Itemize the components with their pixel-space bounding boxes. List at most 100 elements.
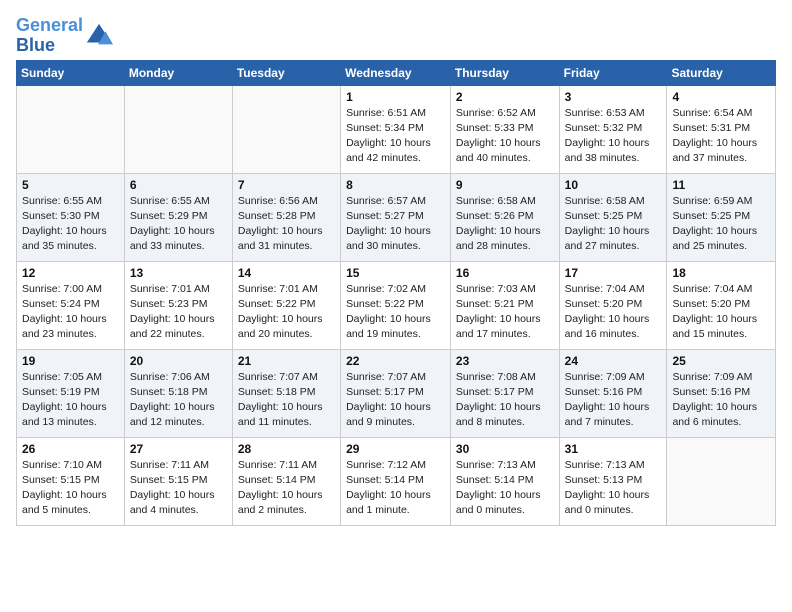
calendar-day-13: 13 Sunrise: 7:01 AM Sunset: 5:23 PM Dayli… [124,261,232,349]
calendar-day-24: 24 Sunrise: 7:09 AM Sunset: 5:16 PM Dayli… [559,349,667,437]
calendar-week-row: 19 Sunrise: 7:05 AM Sunset: 5:19 PM Dayli… [17,349,776,437]
calendar-day-20: 20 Sunrise: 7:06 AM Sunset: 5:18 PM Dayli… [124,349,232,437]
day-number: 1 [346,90,445,104]
day-info: Sunrise: 7:07 AM Sunset: 5:18 PM Dayligh… [238,370,335,431]
day-number: 22 [346,354,445,368]
calendar-table: SundayMondayTuesdayWednesdayThursdayFrid… [16,60,776,526]
day-info: Sunrise: 7:09 AM Sunset: 5:16 PM Dayligh… [565,370,662,431]
calendar-week-row: 5 Sunrise: 6:55 AM Sunset: 5:30 PM Daylig… [17,173,776,261]
page-header: GeneralBlue [16,16,776,56]
day-info: Sunrise: 7:00 AM Sunset: 5:24 PM Dayligh… [22,282,119,343]
calendar-day-17: 17Sunrise: 7:04 AM Sunset: 5:20 PM Dayli… [559,261,667,349]
day-info: Sunrise: 7:02 AM Sunset: 5:22 PM Dayligh… [346,282,445,343]
day-number: 26 [22,442,119,456]
calendar-day-23: 23 Sunrise: 7:08 AM Sunset: 5:17 PM Dayli… [450,349,559,437]
calendar-day-22: 22 Sunrise: 7:07 AM Sunset: 5:17 PM Dayli… [341,349,451,437]
day-number: 6 [130,178,227,192]
day-info: Sunrise: 6:58 AM Sunset: 5:25 PM Dayligh… [565,194,662,255]
calendar-day-12: 12 Sunrise: 7:00 AM Sunset: 5:24 PM Dayli… [17,261,125,349]
day-number: 12 [22,266,119,280]
calendar-day-29: 29 Sunrise: 7:12 AM Sunset: 5:14 PM Dayli… [341,437,451,525]
empty-day-cell [232,85,340,173]
calendar-day-16: 16 Sunrise: 7:03 AM Sunset: 5:21 PM Dayli… [450,261,559,349]
day-info: Sunrise: 7:13 AM Sunset: 5:13 PM Dayligh… [565,458,662,519]
day-info: Sunrise: 6:59 AM Sunset: 5:25 PM Dayligh… [672,194,770,255]
logo: GeneralBlue [16,16,113,56]
empty-day-cell [124,85,232,173]
day-info: Sunrise: 7:01 AM Sunset: 5:22 PM Dayligh… [238,282,335,343]
day-number: 25 [672,354,770,368]
day-info: Sunrise: 7:09 AM Sunset: 5:16 PM Dayligh… [672,370,770,431]
day-info: Sunrise: 7:11 AM Sunset: 5:14 PM Dayligh… [238,458,335,519]
day-number: 28 [238,442,335,456]
day-number: 9 [456,178,554,192]
calendar-day-2: 2 Sunrise: 6:52 AM Sunset: 5:33 PM Daylig… [450,85,559,173]
column-header-sunday: Sunday [17,60,125,85]
calendar-day-21: 21 Sunrise: 7:07 AM Sunset: 5:18 PM Dayli… [232,349,340,437]
day-info: Sunrise: 7:05 AM Sunset: 5:19 PM Dayligh… [22,370,119,431]
day-info: Sunrise: 6:52 AM Sunset: 5:33 PM Dayligh… [456,106,554,167]
day-info: Sunrise: 7:01 AM Sunset: 5:23 PM Dayligh… [130,282,227,343]
day-info: Sunrise: 7:07 AM Sunset: 5:17 PM Dayligh… [346,370,445,431]
column-header-wednesday: Wednesday [341,60,451,85]
empty-day-cell [17,85,125,173]
calendar-day-26: 26 Sunrise: 7:10 AM Sunset: 5:15 PM Dayli… [17,437,125,525]
day-info: Sunrise: 7:11 AM Sunset: 5:15 PM Dayligh… [130,458,227,519]
day-number: 4 [672,90,770,104]
day-info: Sunrise: 7:12 AM Sunset: 5:14 PM Dayligh… [346,458,445,519]
day-number: 7 [238,178,335,192]
day-number: 3 [565,90,662,104]
day-number: 14 [238,266,335,280]
calendar-day-28: 28 Sunrise: 7:11 AM Sunset: 5:14 PM Dayli… [232,437,340,525]
day-number: 5 [22,178,119,192]
day-number: 27 [130,442,227,456]
day-info: Sunrise: 6:54 AM Sunset: 5:31 PM Dayligh… [672,106,770,167]
day-number: 24 [565,354,662,368]
calendar-day-19: 19 Sunrise: 7:05 AM Sunset: 5:19 PM Dayli… [17,349,125,437]
calendar-day-11: 11Sunrise: 6:59 AM Sunset: 5:25 PM Dayli… [667,173,776,261]
day-info: Sunrise: 7:13 AM Sunset: 5:14 PM Dayligh… [456,458,554,519]
calendar-day-7: 7 Sunrise: 6:56 AM Sunset: 5:28 PM Daylig… [232,173,340,261]
day-info: Sunrise: 6:57 AM Sunset: 5:27 PM Dayligh… [346,194,445,255]
empty-day-cell [667,437,776,525]
calendar-day-15: 15 Sunrise: 7:02 AM Sunset: 5:22 PM Dayli… [341,261,451,349]
day-number: 15 [346,266,445,280]
day-number: 20 [130,354,227,368]
day-info: Sunrise: 7:04 AM Sunset: 5:20 PM Dayligh… [672,282,770,343]
day-number: 8 [346,178,445,192]
calendar-day-14: 14 Sunrise: 7:01 AM Sunset: 5:22 PM Dayli… [232,261,340,349]
day-info: Sunrise: 6:55 AM Sunset: 5:29 PM Dayligh… [130,194,227,255]
day-number: 16 [456,266,554,280]
day-number: 13 [130,266,227,280]
calendar-day-1: 1 Sunrise: 6:51 AM Sunset: 5:34 PM Daylig… [341,85,451,173]
day-info: Sunrise: 6:53 AM Sunset: 5:32 PM Dayligh… [565,106,662,167]
day-number: 2 [456,90,554,104]
calendar-header-row: SundayMondayTuesdayWednesdayThursdayFrid… [17,60,776,85]
day-number: 30 [456,442,554,456]
calendar-day-18: 18 Sunrise: 7:04 AM Sunset: 5:20 PM Dayli… [667,261,776,349]
day-info: Sunrise: 7:06 AM Sunset: 5:18 PM Dayligh… [130,370,227,431]
logo-icon [85,22,113,50]
calendar-week-row: 1 Sunrise: 6:51 AM Sunset: 5:34 PM Daylig… [17,85,776,173]
day-info: Sunrise: 7:03 AM Sunset: 5:21 PM Dayligh… [456,282,554,343]
day-info: Sunrise: 7:08 AM Sunset: 5:17 PM Dayligh… [456,370,554,431]
logo-text: GeneralBlue [16,16,83,56]
calendar-day-6: 6 Sunrise: 6:55 AM Sunset: 5:29 PM Daylig… [124,173,232,261]
day-number: 29 [346,442,445,456]
column-header-monday: Monday [124,60,232,85]
day-info: Sunrise: 6:51 AM Sunset: 5:34 PM Dayligh… [346,106,445,167]
calendar-week-row: 26 Sunrise: 7:10 AM Sunset: 5:15 PM Dayli… [17,437,776,525]
day-number: 18 [672,266,770,280]
day-number: 21 [238,354,335,368]
calendar-day-30: 30 Sunrise: 7:13 AM Sunset: 5:14 PM Dayli… [450,437,559,525]
calendar-day-3: 3 Sunrise: 6:53 AM Sunset: 5:32 PM Daylig… [559,85,667,173]
calendar-day-25: 25 Sunrise: 7:09 AM Sunset: 5:16 PM Dayli… [667,349,776,437]
day-number: 10 [565,178,662,192]
day-info: Sunrise: 7:10 AM Sunset: 5:15 PM Dayligh… [22,458,119,519]
calendar-day-27: 27 Sunrise: 7:11 AM Sunset: 5:15 PM Dayli… [124,437,232,525]
day-number: 23 [456,354,554,368]
day-number: 19 [22,354,119,368]
day-info: Sunrise: 6:56 AM Sunset: 5:28 PM Dayligh… [238,194,335,255]
calendar-day-5: 5 Sunrise: 6:55 AM Sunset: 5:30 PM Daylig… [17,173,125,261]
day-info: Sunrise: 6:55 AM Sunset: 5:30 PM Dayligh… [22,194,119,255]
